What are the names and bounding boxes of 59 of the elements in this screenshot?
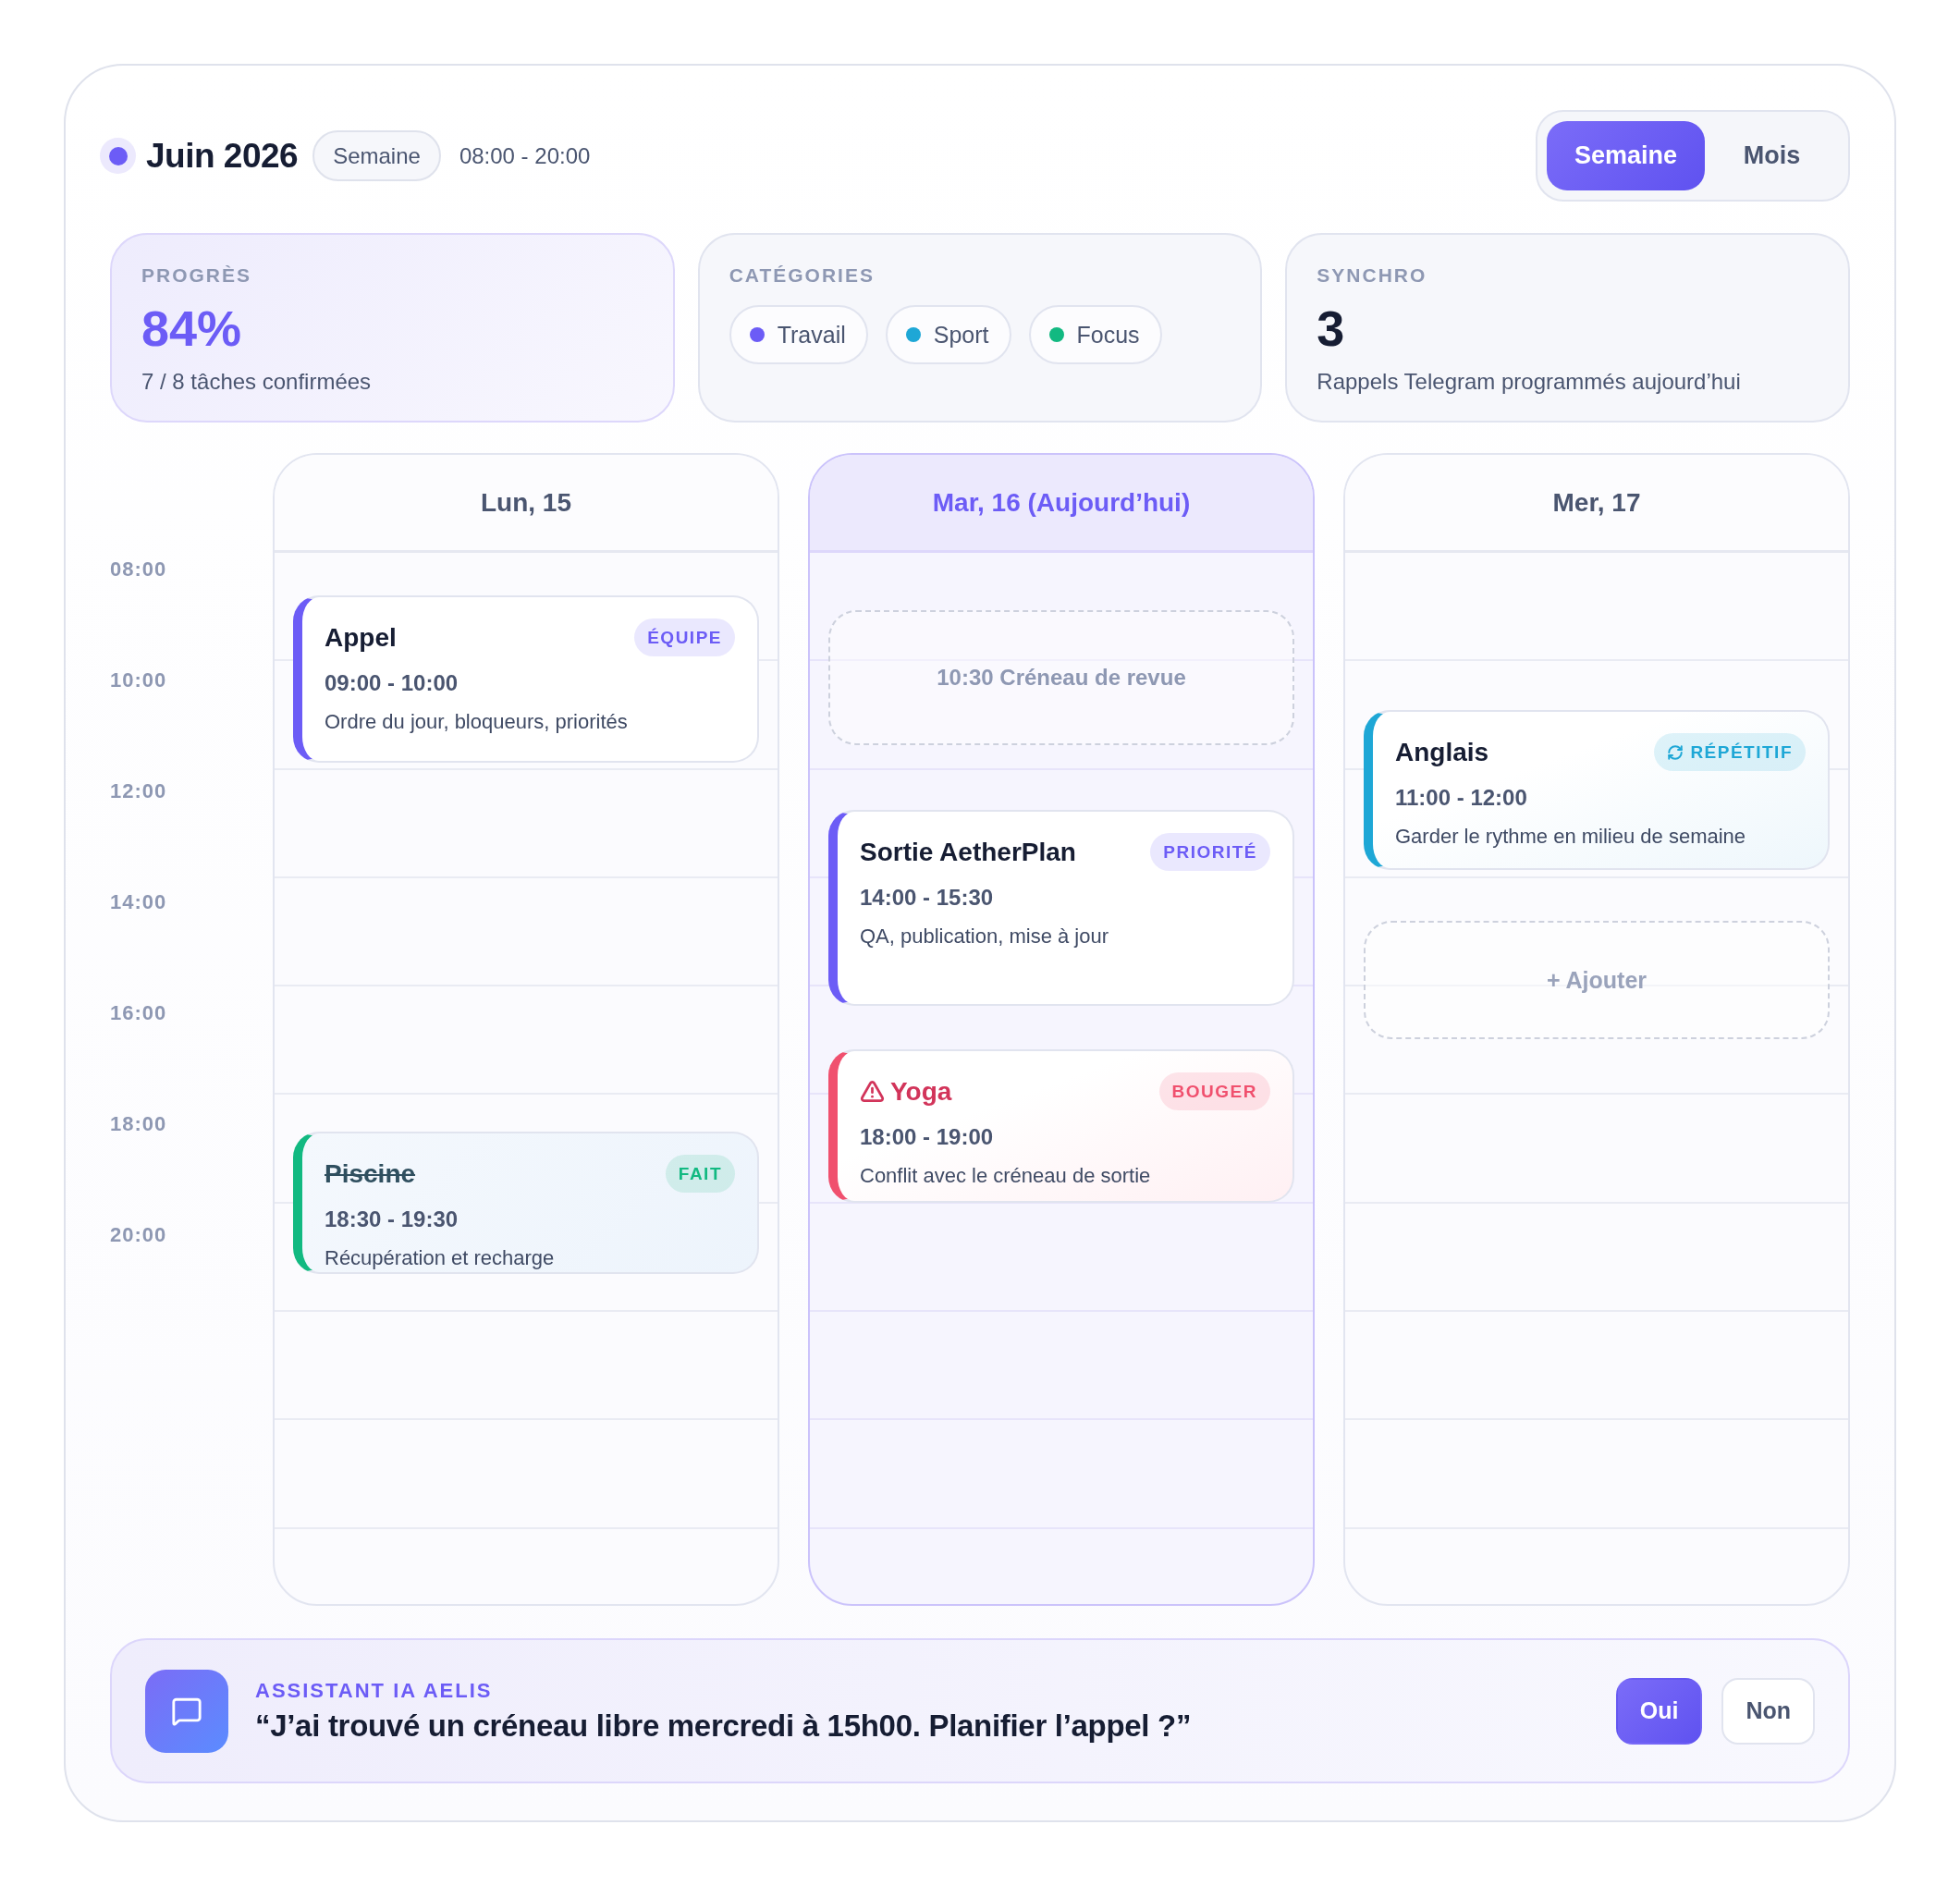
time-label: 16:00	[110, 1000, 167, 1026]
view-tab[interactable]: Semaine	[1546, 121, 1705, 190]
time-label: 18:00	[110, 1111, 167, 1137]
category-chip[interactable]: Focus	[1028, 305, 1162, 364]
event-note: Garder le rythme en milieu de semaine	[1395, 824, 1746, 850]
event-time: 09:00 - 10:00	[325, 669, 459, 697]
event-note: Conflit avec le créneau de sortie	[860, 1163, 1151, 1189]
event-time: 14:00 - 15:30	[860, 884, 994, 912]
assistant-message: “J’ai trouvé un créneau libre mercredi à 15h00. Planifier l’appel ?”	[255, 1708, 1192, 1744]
event-card[interactable]: Yoga BOUGER 18:00 - 19:00 Conflit avec le créneau de sortie	[828, 1049, 1294, 1203]
event-title: Sortie AetherPlan	[860, 837, 1076, 867]
event-title: Yoga	[890, 1076, 952, 1107]
event-note: QA, publication, mise à jour	[860, 924, 1109, 949]
tag-text: RÉPÉTITIF	[1690, 741, 1793, 763]
month-title: Juin 2026	[146, 136, 299, 176]
tag-text: ÉQUIPE	[647, 627, 722, 648]
repeat-icon	[1667, 743, 1684, 761]
tag-text: BOUGER	[1171, 1081, 1257, 1102]
event-time: 11:00 - 12:00	[1395, 784, 1527, 812]
decline-button[interactable]: Non	[1721, 1677, 1815, 1745]
event-title: Appel	[325, 622, 397, 653]
event-card[interactable]: Appel ÉQUIPE 09:00 - 10:00 Ordre du jour, bloqueurs, priorités	[293, 595, 759, 763]
event-title: Anglais	[1395, 737, 1489, 767]
stat-caption: 7 / 8 tâches confirmées	[141, 368, 372, 396]
empty-slot: 10:30 Créneau de revue	[828, 610, 1294, 745]
category-chip[interactable]: Sport	[885, 305, 1011, 364]
event-note: Récupération et recharge	[325, 1245, 555, 1271]
category-chip[interactable]: Travail	[729, 305, 868, 364]
day-header: Mer, 17	[1345, 455, 1848, 553]
chat-icon	[145, 1669, 228, 1753]
day-header: Lun, 15	[275, 455, 778, 553]
assistant-label: ASSISTANT IA AELIS	[255, 1678, 493, 1703]
time-label: 20:00	[110, 1222, 167, 1248]
stat-value: 84%	[141, 303, 242, 353]
stat-label: CATÉGORIES	[729, 263, 875, 288]
warning-icon	[860, 1079, 885, 1104]
stat-caption: Rappels Telegram programmés aujourd’hui	[1317, 368, 1741, 396]
dot-icon	[100, 138, 136, 174]
range-badge: Semaine	[312, 130, 441, 181]
event-time: 18:30 - 19:30	[325, 1206, 459, 1233]
event-card[interactable]: Sortie AetherPlan PRIORITÉ 14:00 - 15:30 QA, publication, mise à jour	[828, 810, 1294, 1006]
tag-text: FAIT	[678, 1163, 722, 1184]
time-label: 08:00	[110, 557, 167, 582]
time-label: 10:00	[110, 667, 167, 693]
event-card[interactable]: Anglais RÉPÉTITIF 11:00 - 12:00 Garder le rythme en milieu de semaine	[1364, 710, 1830, 870]
stat-value: 3	[1317, 303, 1345, 353]
tag-text: PRIORITÉ	[1163, 841, 1257, 863]
event-title: Piscine	[325, 1158, 416, 1189]
time-label: 12:00	[110, 778, 167, 804]
stat-label: SYNCHRO	[1317, 263, 1427, 288]
day-header: Mar, 16 (Aujourd’hui)	[810, 455, 1313, 553]
time-label: 14:00	[110, 889, 167, 915]
event-note: Ordre du jour, bloqueurs, priorités	[325, 709, 628, 735]
event-time: 18:00 - 19:00	[860, 1123, 994, 1151]
event-card[interactable]: Piscine FAIT 18:30 - 19:30 Récupération et recharge	[293, 1132, 759, 1274]
hours-range: 08:00 - 20:00	[459, 142, 591, 169]
stat-label: PROGRÈS	[141, 263, 252, 288]
confirm-button[interactable]: Oui	[1615, 1677, 1703, 1745]
view-tab[interactable]: Mois	[1705, 121, 1839, 190]
